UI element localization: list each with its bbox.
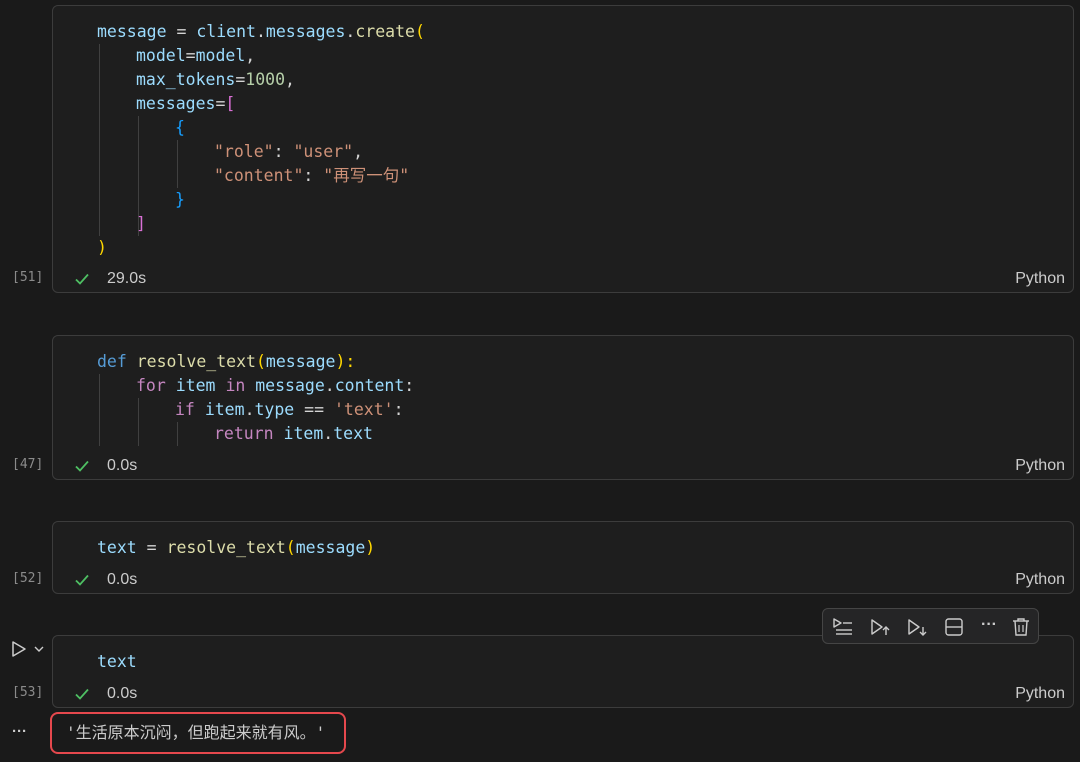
code-line: } bbox=[175, 190, 185, 209]
more-actions-button[interactable]: ··· bbox=[977, 615, 1001, 639]
execution-duration: 0.0s bbox=[107, 685, 138, 702]
execution-duration: 29.0s bbox=[107, 270, 147, 287]
language-selector[interactable]: Python bbox=[1015, 454, 1065, 478]
split-cell-button[interactable] bbox=[942, 615, 966, 639]
cell-toolbar: ··· bbox=[822, 608, 1039, 644]
code-line: ) bbox=[97, 238, 107, 257]
execution-count: [51] bbox=[12, 270, 44, 285]
code-cell-47[interactable]: def resolve_text(message): for item in m… bbox=[52, 335, 1074, 480]
split-cell-icon bbox=[945, 618, 963, 636]
check-icon bbox=[73, 457, 91, 475]
cell-status-bar: 29.0s Python bbox=[53, 267, 1073, 291]
code-line: { bbox=[175, 118, 185, 137]
run-by-line-button[interactable] bbox=[831, 615, 855, 639]
delete-cell-button[interactable] bbox=[1009, 615, 1033, 639]
code-line: max_tokens=1000, bbox=[136, 70, 295, 89]
indent-guide bbox=[177, 140, 178, 188]
code-editor[interactable]: message = client.messages.create( model=… bbox=[97, 6, 1073, 310]
code-line: text bbox=[97, 652, 137, 671]
code-line: return item.text bbox=[214, 424, 373, 443]
language-selector[interactable]: Python bbox=[1015, 568, 1065, 592]
execution-duration: 0.0s bbox=[107, 571, 138, 588]
code-line: if item.type == 'text': bbox=[175, 400, 404, 419]
code-line: text = resolve_text(message) bbox=[97, 538, 376, 557]
code-cell-52[interactable]: text = resolve_text(message) 0.0s Python bbox=[52, 521, 1074, 594]
language-selector[interactable]: Python bbox=[1015, 267, 1065, 291]
execution-count: [53] bbox=[12, 685, 44, 700]
run-cell-button[interactable] bbox=[10, 640, 28, 658]
delete-icon bbox=[1013, 618, 1029, 636]
run-by-line-icon bbox=[833, 618, 852, 635]
execution-count: [52] bbox=[12, 571, 44, 586]
code-line: def resolve_text(message): bbox=[97, 352, 356, 371]
cell-status-bar: 0.0s Python bbox=[53, 568, 1073, 592]
run-options-dropdown[interactable] bbox=[32, 642, 46, 656]
code-line: message = client.messages.create( bbox=[97, 22, 425, 41]
play-icon bbox=[12, 641, 26, 657]
indent-guide bbox=[138, 398, 139, 446]
code-cell-51[interactable]: message = client.messages.create( model=… bbox=[52, 5, 1074, 293]
cell-status-bar: 0.0s Python bbox=[53, 454, 1073, 478]
code-cell-53[interactable]: text 0.0s Python bbox=[52, 635, 1074, 708]
code-editor[interactable]: def resolve_text(message): for item in m… bbox=[97, 336, 1073, 526]
cell-status-bar: 0.0s Python bbox=[53, 682, 1073, 706]
code-line: model=model, bbox=[136, 46, 256, 65]
check-icon bbox=[73, 685, 91, 703]
language-selector[interactable]: Python bbox=[1015, 682, 1065, 706]
execute-below-icon bbox=[908, 619, 927, 636]
code-line: for item in message.content: bbox=[136, 376, 415, 395]
code-line: "content": "再写一句" bbox=[214, 166, 410, 185]
check-icon bbox=[73, 571, 91, 589]
chevron-down-icon bbox=[34, 646, 44, 652]
execution-count: [47] bbox=[12, 457, 44, 472]
cell-output-text: '生活原本沉闷，但跑起来就有风。' bbox=[66, 723, 326, 742]
execute-above-icon bbox=[871, 619, 890, 635]
output-more-button[interactable]: ··· bbox=[12, 720, 34, 744]
code-line: "role": "user", bbox=[214, 142, 364, 161]
indent-guide bbox=[177, 422, 178, 446]
indent-guide bbox=[99, 374, 100, 446]
code-line: messages=[ bbox=[136, 94, 236, 113]
indent-guide bbox=[99, 44, 100, 236]
check-icon bbox=[73, 270, 91, 288]
execute-above-button[interactable] bbox=[868, 615, 892, 639]
execution-duration: 0.0s bbox=[107, 457, 138, 474]
execute-below-button[interactable] bbox=[905, 615, 929, 639]
output-highlight-box: '生活原本沉闷，但跑起来就有风。' bbox=[50, 712, 346, 754]
code-line: ] bbox=[136, 214, 146, 233]
